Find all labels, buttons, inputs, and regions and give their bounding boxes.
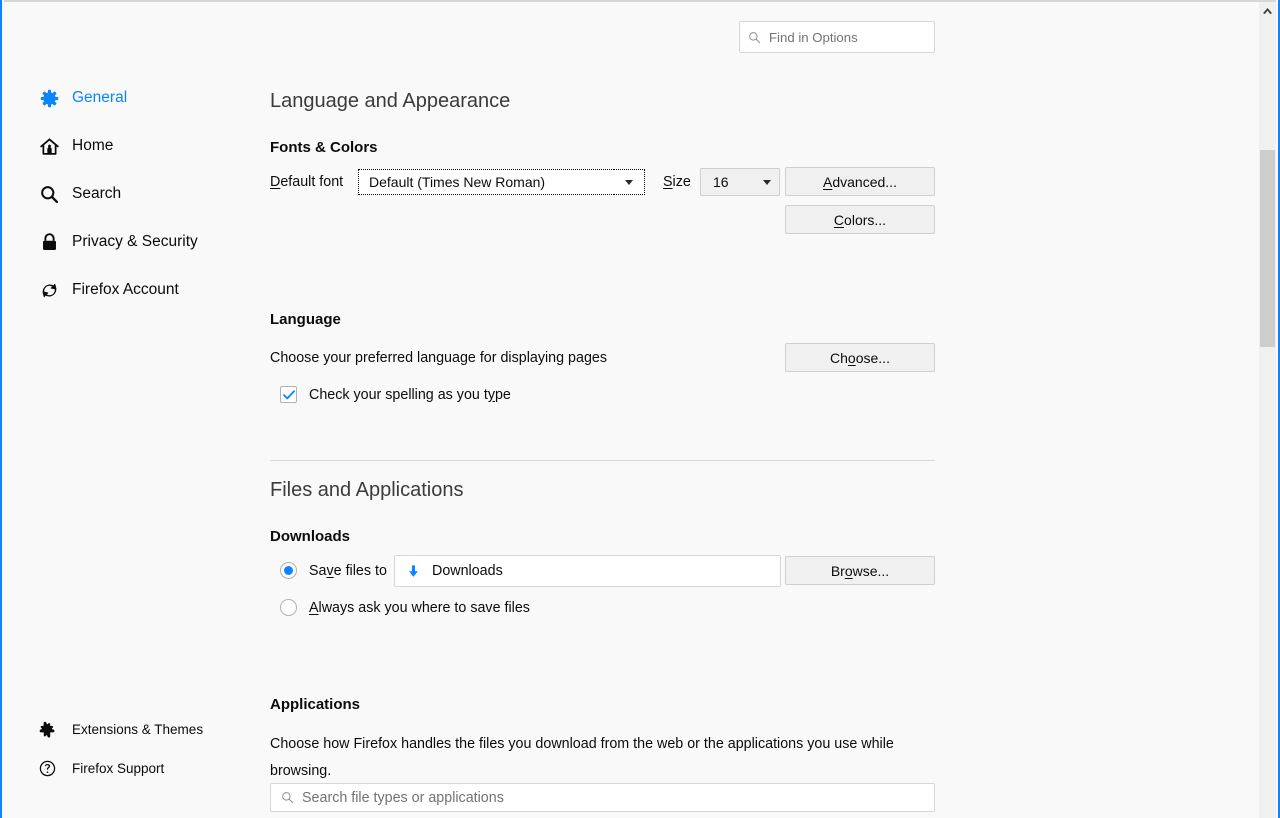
sidebar-item-firefox-account[interactable]: Firefox Account [38,274,179,306]
colors-button-rest: olors... [844,211,887,228]
subsection-title-language: Language [270,311,341,328]
sidebar-item-label: General [72,89,128,106]
puzzle-piece-icon [38,720,56,738]
font-size-label-rest: ize [672,174,691,190]
default-font-label-accesskey: D [270,174,281,190]
colors-button[interactable]: Colors... [785,205,935,234]
download-folder-name: Downloads [432,563,503,579]
save-files-to-radio[interactable] [280,562,297,579]
sidebar-bottom-item-label: Extensions & Themes [72,721,204,737]
search-icon [38,183,60,205]
save-files-to-radio-row[interactable]: Save files to [280,562,387,579]
always-ask-label-rest: ways ask you where to save files [321,599,530,616]
spellcheck-checkbox-row[interactable]: Check your spelling as you type [280,386,511,403]
sidebar-item-search[interactable]: Search [38,178,121,210]
question-circle-icon [38,759,56,777]
advanced-button[interactable]: Advanced... [785,167,935,196]
advanced-button-rest: dvanced... [832,173,897,190]
always-ask-label-accesskey: A [309,599,319,616]
chevron-up-icon [1263,7,1272,14]
spellcheck-label-accesskey: y [487,386,495,403]
choose-language-button[interactable]: Ch o ose... [785,343,935,372]
sidebar-bottom-item-label: Firefox Support [72,760,165,776]
subsection-title-fonts-colors: Fonts & Colors [270,139,378,156]
always-ask-label: Always ask you where to save files [309,600,530,616]
scroll-up-button[interactable] [1259,2,1276,19]
gear-icon [38,87,60,109]
options-viewport: General Home Search Privacy & Security F… [0,0,1280,818]
spellcheck-checkbox[interactable] [280,386,297,403]
subsection-title-applications: Applications [270,696,361,713]
choose-button-accesskey: o [847,349,856,366]
checkmark-icon [282,389,295,399]
save-files-to-label-accesskey: v [326,562,334,579]
sidebar-item-label: Home [72,137,114,154]
default-font-dropdown[interactable]: Default (Times New Roman) [358,169,645,195]
sidebar-item-extensions-themes[interactable]: Extensions & Themes [38,716,203,742]
chevron-down-icon [625,179,633,185]
always-ask-radio-row[interactable]: Always ask you where to save files [280,599,530,616]
sidebar-item-label: Privacy & Security [72,233,198,250]
save-files-to-label: Save files to [309,563,387,579]
browse-button-accesskey: o [844,562,853,579]
font-size-value: 16 [713,174,729,190]
language-description: Choose your preferred language for displ… [270,350,607,366]
main-content: Language and Appearance Fonts & Colors D… [270,0,935,818]
section-title-files-applications: Files and Applications [270,479,464,501]
advanced-button-accesskey: A [823,173,833,190]
sidebar-item-label: Search [72,185,122,202]
sidebar-item-label: Firefox Account [72,281,179,298]
save-files-to-label-pre: Sa [309,562,327,579]
download-folder-field[interactable]: Downloads [394,555,781,587]
sidebar-item-privacy-security[interactable]: Privacy & Security [38,226,198,258]
sidebar: General Home Search Privacy & Security F… [4,2,254,816]
always-ask-radio[interactable] [280,599,297,616]
subsection-title-downloads: Downloads [270,528,351,545]
sidebar-item-general[interactable]: General [38,82,127,114]
search-icon [281,791,295,804]
sidebar-item-home[interactable]: Home [38,130,113,162]
choose-button-pre: Ch [830,349,848,366]
spellcheck-label-pre: Check your spelling as you t [309,386,488,403]
scroll-thumb[interactable] [1260,150,1275,347]
spellcheck-label: Check your spelling as you type [309,387,511,403]
section-title-language-appearance: Language and Appearance [270,90,511,112]
download-arrow-icon [406,564,422,579]
default-font-value: Default (Times New Roman) [358,169,614,195]
lock-icon [38,231,60,253]
browse-button-pre: Br [830,562,845,579]
applications-description: Choose how Firefox handles the files you… [270,736,894,779]
spellcheck-label-rest: pe [494,386,511,403]
sidebar-item-firefox-support[interactable]: Firefox Support [38,755,164,781]
choose-button-rest: ose... [855,349,890,366]
sync-icon [38,279,60,301]
default-font-dropdown-arrow[interactable] [614,169,645,195]
vertical-scrollbar[interactable] [1259,2,1276,818]
browse-button-rest: wse... [852,562,890,579]
default-font-label: Default font [270,174,343,190]
font-size-dropdown[interactable]: 16 [700,168,780,196]
colors-button-accesskey: C [833,211,845,228]
applications-search-placeholder: Search file types or applications [302,789,504,806]
applications-search-input[interactable]: Search file types or applications [270,783,935,812]
font-size-label: Size [663,174,691,190]
save-files-to-label-rest: e files to [333,562,387,579]
font-size-label-accesskey: S [663,174,673,190]
section-divider [270,460,935,461]
chevron-down-icon [755,179,779,185]
home-icon [38,135,60,157]
browse-button[interactable]: Br o wse... [785,556,935,585]
default-font-label-rest: efault font [280,174,344,190]
